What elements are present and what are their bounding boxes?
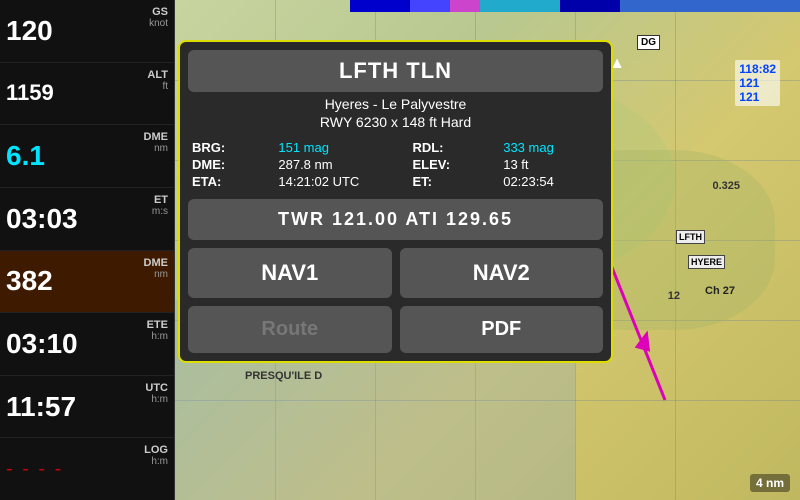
map-number-1: 0.325 — [712, 180, 740, 192]
dme-info-value: 287.8 nm — [278, 157, 404, 172]
elev-label: ELEV: — [412, 157, 495, 172]
dme-label-main: DME — [144, 131, 168, 143]
log-label-main: LOG — [144, 444, 168, 456]
log-dashes: - - - - — [6, 458, 63, 481]
sidebar-row-dme2: 382 DME nm — [0, 251, 174, 314]
dme2-label-main: DME — [144, 257, 168, 269]
et-info-value: 02:23:54 — [503, 174, 599, 189]
dg-label: DG — [637, 35, 660, 50]
eta-value: 14:21:02 UTC — [278, 174, 404, 189]
modal-subtitle: Hyeres - Le Palyvestre — [180, 96, 611, 112]
utc-label-unit: h:m — [151, 394, 168, 405]
scale-indicator: 4 nm — [750, 474, 790, 492]
utc-label-main: UTC — [145, 382, 168, 394]
modal-title-bar: LFTH TLN — [188, 50, 603, 92]
log-label: LOG h:m — [144, 440, 168, 498]
ete-label: ETE h:m — [147, 315, 168, 373]
airport-info-modal: LFTH TLN Hyeres - Le Palyvestre RWY 6230… — [178, 40, 613, 363]
sidebar-row-ete: 03:10 ETE h:m — [0, 313, 174, 376]
left-sidebar: 120 GS knot 1159 ALT ft 6.1 DME nm 03:03… — [0, 0, 175, 500]
modal-info-grid: BRG: 151 mag RDL: 333 mag DME: 287.8 nm … — [180, 136, 611, 195]
sidebar-row-et: 03:03 ET m:s — [0, 188, 174, 251]
modal-rwy: RWY 6230 x 148 ft Hard — [180, 114, 611, 130]
nav2-button[interactable]: NAV2 — [400, 248, 604, 298]
lfth-airport-label: LFTH — [676, 230, 705, 244]
elev-value: 13 ft — [503, 157, 599, 172]
gs-label: GS knot — [149, 2, 168, 60]
sidebar-row-dme: 6.1 DME nm — [0, 125, 174, 188]
modal-freq-bar: TWR 121.00 ATI 129.65 — [188, 199, 603, 240]
eta-label: ETA: — [192, 174, 270, 189]
dme-info-label: DME: — [192, 157, 270, 172]
pdf-button[interactable]: PDF — [400, 306, 604, 353]
alt-label-unit: ft — [162, 81, 168, 92]
gs-label-main: GS — [152, 6, 168, 18]
dme2-label-unit: nm — [154, 269, 168, 280]
ch27-label: Ch 27 — [705, 285, 735, 297]
sidebar-row-log: - - - - LOG h:m — [0, 438, 174, 500]
log-label-unit: h:m — [151, 456, 168, 467]
et-label-unit: m:s — [152, 206, 168, 217]
hyeres-airport-label: HYERE — [688, 255, 725, 269]
alt-label-main: ALT — [147, 69, 168, 81]
rdl-value: 333 mag — [503, 140, 599, 155]
brg-label: BRG: — [192, 140, 270, 155]
rdl-label: RDL: — [412, 140, 495, 155]
modal-bottom-row: Route PDF — [180, 302, 611, 361]
et-label-main: ET — [154, 194, 168, 206]
sidebar-row-gs: 120 GS knot — [0, 0, 174, 63]
alt-value: 1159 — [6, 82, 54, 104]
ete-label-main: ETE — [147, 319, 168, 331]
utc-value: 11:57 — [6, 393, 76, 421]
utc-label: UTC h:m — [145, 378, 168, 436]
et-value: 03:03 — [6, 205, 78, 233]
ete-label-unit: h:m — [151, 331, 168, 342]
ete-value: 03:10 — [6, 330, 78, 358]
dme-label-unit: nm — [154, 143, 168, 154]
gs-value: 120 — [6, 17, 53, 45]
dme-value: 6.1 — [6, 142, 45, 170]
alt-label: ALT ft — [147, 65, 168, 123]
map-number-2: 12 — [668, 290, 680, 302]
sidebar-row-utc: 11:57 UTC h:m — [0, 376, 174, 439]
modal-title: LFTH TLN — [339, 58, 452, 83]
et-info-label: ET: — [412, 174, 495, 189]
nav1-button[interactable]: NAV1 — [188, 248, 392, 298]
freq-display: 118:82121121 — [735, 60, 780, 106]
sidebar-row-alt: 1159 ALT ft — [0, 63, 174, 126]
route-button[interactable]: Route — [188, 306, 392, 353]
dme2-value: 382 — [6, 267, 53, 295]
et-label: ET m:s — [152, 190, 168, 248]
modal-nav-row: NAV1 NAV2 — [180, 244, 611, 302]
gs-label-unit: knot — [149, 18, 168, 29]
map-number-3: PRESQU'ILE D — [245, 370, 322, 382]
brg-value: 151 mag — [278, 140, 404, 155]
dme-label: DME nm — [144, 127, 168, 185]
top-color-strips — [350, 0, 800, 12]
dme2-label: DME nm — [144, 253, 168, 311]
